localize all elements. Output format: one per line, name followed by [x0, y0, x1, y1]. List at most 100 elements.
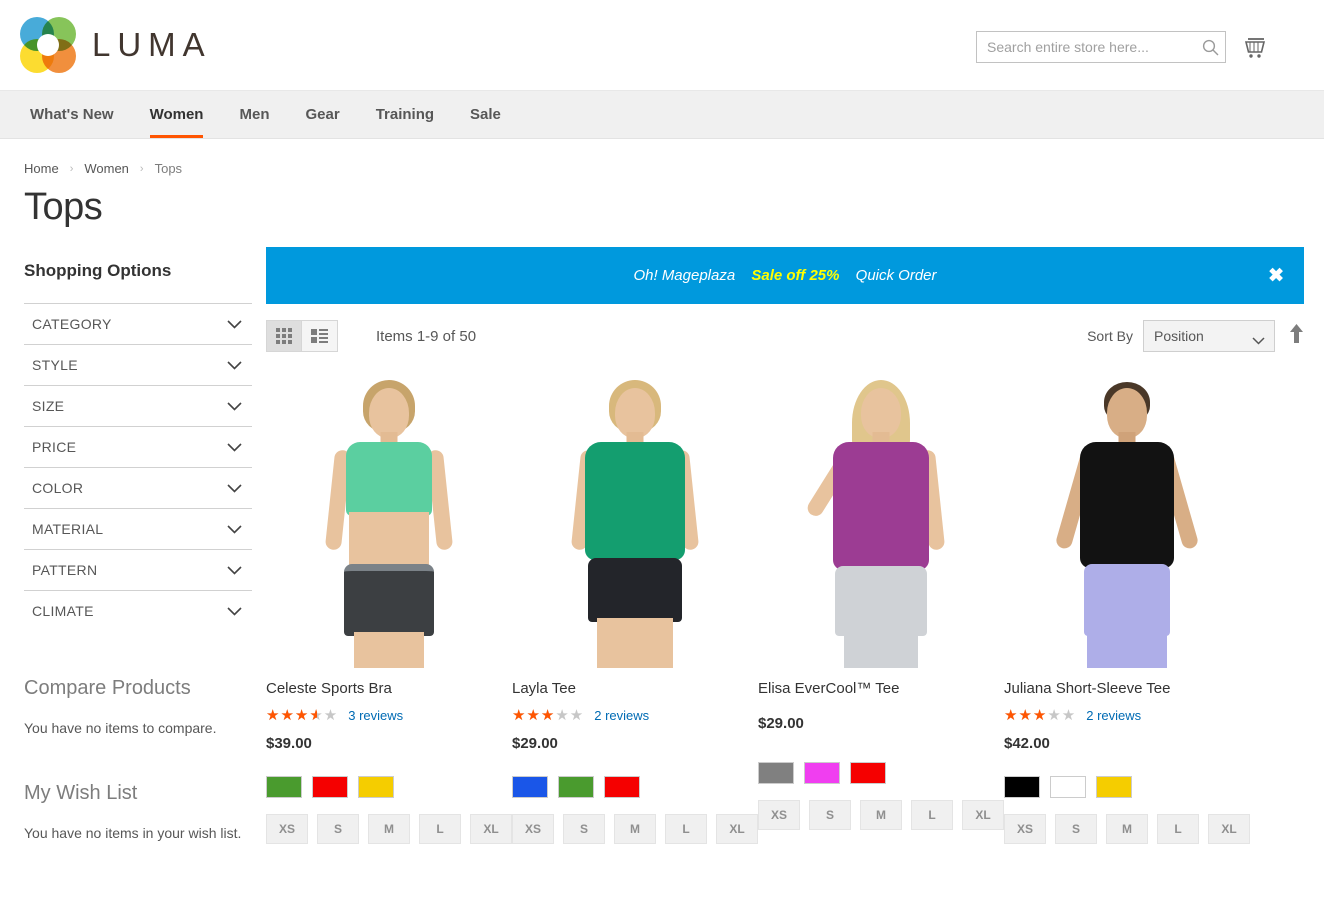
chevron-down-icon	[227, 480, 242, 496]
product-rating[interactable]: ★★★★★ ★★★★★ 2 reviews	[1004, 707, 1250, 723]
color-swatch[interactable]	[804, 762, 840, 784]
size-option[interactable]: XS	[758, 800, 800, 830]
size-option[interactable]: XL	[716, 814, 758, 844]
product-name[interactable]: Celeste Sports Bra	[266, 680, 512, 697]
promo-quick-order-text[interactable]: Quick Order	[856, 267, 937, 284]
search-box[interactable]	[976, 31, 1226, 63]
product-card[interactable]: Elisa EverCool™ Tee $29.00 XS S M L XL	[758, 362, 1004, 844]
size-option[interactable]: XS	[266, 814, 308, 844]
product-price: $39.00	[266, 735, 312, 752]
color-swatch[interactable]	[758, 762, 794, 784]
size-option[interactable]: L	[911, 800, 953, 830]
color-swatch[interactable]	[850, 762, 886, 784]
size-option[interactable]: M	[1106, 814, 1148, 844]
size-option[interactable]: L	[1157, 814, 1199, 844]
sort-by-label: Sort By	[1087, 328, 1133, 344]
color-swatch[interactable]	[604, 776, 640, 798]
filter-material[interactable]: MATERIAL	[24, 508, 252, 549]
color-swatch[interactable]	[512, 776, 548, 798]
filter-climate[interactable]: CLIMATE	[24, 590, 252, 631]
color-swatch[interactable]	[358, 776, 394, 798]
product-reviews-link[interactable]: 2 reviews	[594, 708, 649, 723]
breadcrumb-home[interactable]: Home	[24, 161, 59, 176]
color-swatches	[758, 762, 1004, 784]
color-swatch[interactable]	[266, 776, 302, 798]
size-option[interactable]: L	[419, 814, 461, 844]
nav-item-women[interactable]: Women	[132, 91, 222, 138]
logo[interactable]: LUMA	[20, 17, 212, 73]
site-header: LUMA	[0, 0, 1324, 91]
close-icon[interactable]: ✖	[1268, 266, 1284, 285]
product-image[interactable]	[758, 362, 1004, 668]
star-rating-icon: ★★★★★ ★★★★★	[1004, 706, 1077, 724]
size-option[interactable]: M	[860, 800, 902, 830]
color-swatch[interactable]	[1096, 776, 1132, 798]
chevron-down-icon	[227, 316, 242, 332]
arrow-up-icon[interactable]	[1289, 324, 1304, 348]
filter-style[interactable]: STYLE	[24, 344, 252, 385]
size-options: XS S M L XL	[1004, 814, 1250, 844]
size-option[interactable]: XL	[962, 800, 1004, 830]
product-name[interactable]: Juliana Short-Sleeve Tee	[1004, 680, 1250, 697]
size-option[interactable]: XL	[470, 814, 512, 844]
size-option[interactable]: M	[614, 814, 656, 844]
chevron-down-icon	[227, 562, 242, 578]
promo-sale-text: Sale off 25%	[751, 267, 840, 284]
filter-pattern[interactable]: PATTERN	[24, 549, 252, 590]
product-rating[interactable]: ★★★★★ ★★★★★ 2 reviews	[512, 707, 758, 723]
product-name[interactable]: Elisa EverCool™ Tee	[758, 680, 1004, 697]
nav-item-whats-new[interactable]: What's New	[12, 91, 132, 138]
sort-by-value: Position	[1154, 328, 1204, 344]
product-list-content: Oh! Mageplaza Sale off 25% Quick Order ✖	[252, 229, 1304, 844]
color-swatch[interactable]	[1004, 776, 1040, 798]
nav-item-training[interactable]: Training	[358, 91, 452, 138]
chevron-down-icon	[227, 398, 242, 414]
size-option[interactable]: S	[809, 800, 851, 830]
size-option[interactable]: M	[368, 814, 410, 844]
breadcrumb-women[interactable]: Women	[84, 161, 129, 176]
list-view-icon[interactable]	[302, 320, 338, 352]
promo-banner: Oh! Mageplaza Sale off 25% Quick Order ✖	[266, 247, 1304, 304]
nav-item-gear[interactable]: Gear	[287, 91, 357, 138]
filter-price[interactable]: PRICE	[24, 426, 252, 467]
filter-label: CATEGORY	[32, 316, 112, 332]
product-reviews-link[interactable]: 3 reviews	[348, 708, 403, 723]
grid-view-icon[interactable]	[266, 320, 302, 352]
product-name[interactable]: Layla Tee	[512, 680, 758, 697]
color-swatch[interactable]	[558, 776, 594, 798]
product-rating[interactable]: ★★★★★ ★★★★★ 3 reviews	[266, 707, 512, 723]
product-card[interactable]: Layla Tee ★★★★★ ★★★★★ 2 reviews $29.00 X…	[512, 362, 758, 844]
product-card[interactable]: Juliana Short-Sleeve Tee ★★★★★ ★★★★★ 2 r…	[1004, 362, 1250, 844]
size-option[interactable]: S	[563, 814, 605, 844]
item-count-text: Items 1-9 of 50	[376, 327, 477, 345]
shopping-cart-icon[interactable]	[1238, 31, 1272, 65]
product-reviews-link[interactable]: 2 reviews	[1086, 708, 1141, 723]
product-price: $29.00	[512, 735, 558, 752]
search-icon[interactable]	[1195, 39, 1225, 56]
filter-category[interactable]: CATEGORY	[24, 303, 252, 344]
size-option[interactable]: XL	[1208, 814, 1250, 844]
color-swatch[interactable]	[1050, 776, 1086, 798]
size-option[interactable]: L	[665, 814, 707, 844]
product-image[interactable]	[266, 362, 512, 668]
size-option[interactable]: S	[317, 814, 359, 844]
breadcrumb-separator-icon: ›	[69, 162, 74, 175]
main-layout: Shopping Options CATEGORY STYLE SIZE PRI…	[0, 229, 1324, 844]
size-option[interactable]: S	[1055, 814, 1097, 844]
filter-color[interactable]: COLOR	[24, 467, 252, 508]
color-swatch[interactable]	[312, 776, 348, 798]
size-option[interactable]: XS	[512, 814, 554, 844]
search-input[interactable]	[977, 32, 1195, 62]
brand-name: LUMA	[92, 26, 212, 63]
filter-size[interactable]: SIZE	[24, 385, 252, 426]
filter-label: PATTERN	[32, 562, 98, 578]
product-image[interactable]	[512, 362, 758, 668]
shopping-options-title: Shopping Options	[24, 261, 172, 280]
nav-item-sale[interactable]: Sale	[452, 91, 519, 138]
sort-by-select[interactable]: Position	[1143, 320, 1275, 352]
nav-item-men[interactable]: Men	[221, 91, 287, 138]
product-card[interactable]: Celeste Sports Bra ★★★★★ ★★★★★ 3 reviews…	[266, 362, 512, 844]
compare-products-title: Compare Products	[24, 677, 191, 699]
product-image[interactable]	[1004, 362, 1250, 668]
size-option[interactable]: XS	[1004, 814, 1046, 844]
